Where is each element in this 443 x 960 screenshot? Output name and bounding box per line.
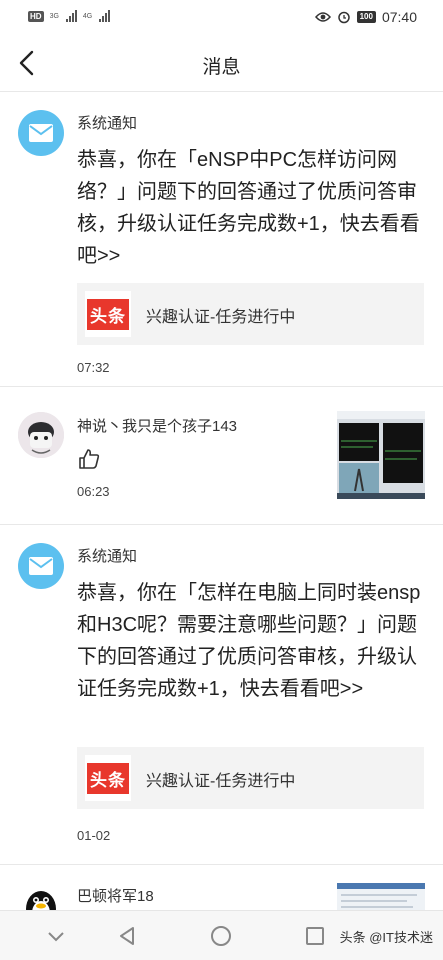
system-avatar	[18, 543, 64, 589]
signal-icon	[65, 10, 77, 22]
sender-name: 神说丶我只是个孩子143	[77, 418, 238, 435]
thumbnail-image	[337, 411, 425, 499]
card-text: 兴趣认证-任务进行中	[146, 309, 296, 326]
avatar-image	[18, 412, 64, 458]
toutiao-logo: 头条	[85, 755, 131, 801]
eye-icon	[314, 12, 331, 22]
chevron-down-icon[interactable]	[43, 923, 69, 949]
message-item[interactable]: 系统通知 恭喜，你在「怎样在电脑上同时装ensp和H3C呢？需要注意哪些问题？」…	[0, 525, 443, 865]
battery-icon: 100	[356, 11, 376, 23]
task-card[interactable]: 头条 兴趣认证-任务进行中	[77, 747, 424, 809]
message-item[interactable]: 巴顿将军18	[0, 865, 443, 929]
header: 消息	[0, 36, 443, 92]
clock: 07:40	[381, 9, 417, 25]
task-card[interactable]: 头条 兴趣认证-任务进行中	[77, 283, 424, 345]
recents-square-icon[interactable]	[302, 923, 328, 949]
home-circle-icon[interactable]	[208, 923, 234, 949]
watermark: 头条 @IT技术迷	[339, 930, 433, 945]
network-label-1: 3G	[49, 12, 59, 20]
mail-icon	[29, 557, 53, 575]
network-label-2: 4G	[82, 12, 93, 20]
back-triangle-icon[interactable]	[114, 923, 140, 949]
alarm-icon	[337, 11, 350, 24]
sender-name: 系统通知	[77, 548, 138, 565]
thumbs-up-icon	[79, 449, 100, 469]
toutiao-logo: 头条	[85, 291, 131, 337]
signal-icon-2	[99, 10, 111, 22]
mail-icon	[29, 124, 53, 142]
user-avatar[interactable]	[18, 412, 64, 458]
page-title: 消息	[202, 57, 241, 78]
status-bar: HD 3G 4G 100 07:40	[0, 0, 443, 36]
message-time: 07:32	[77, 360, 110, 375]
message-text[interactable]: 恭喜，你在「怎样在电脑上同时装ensp和H3C呢？需要注意哪些问题？」问题下的回…	[77, 577, 427, 705]
status-right: 100 07:40	[314, 9, 417, 25]
message-time: 06:23	[77, 484, 110, 499]
post-thumbnail[interactable]	[337, 411, 425, 499]
hd-badge: HD	[28, 10, 44, 22]
message-text[interactable]: 恭喜，你在「eNSP中PC怎样访问网络？」问题下的回答通过了优质问答审核，升级认…	[77, 144, 427, 272]
sender-name: 巴顿将军18	[77, 888, 154, 905]
message-item[interactable]: 系统通知 恭喜，你在「eNSP中PC怎样访问网络？」问题下的回答通过了优质问答审…	[0, 92, 443, 387]
message-time: 01-02	[77, 828, 111, 843]
message-item[interactable]: 神说丶我只是个孩子143 06:23	[0, 387, 443, 525]
sender-name: 系统通知	[77, 115, 138, 132]
system-nav-bar: 头条 @IT技术迷	[0, 910, 443, 960]
status-left: HD 3G 4G	[28, 10, 111, 22]
system-avatar	[18, 110, 64, 156]
card-text: 兴趣认证-任务进行中	[146, 773, 296, 790]
